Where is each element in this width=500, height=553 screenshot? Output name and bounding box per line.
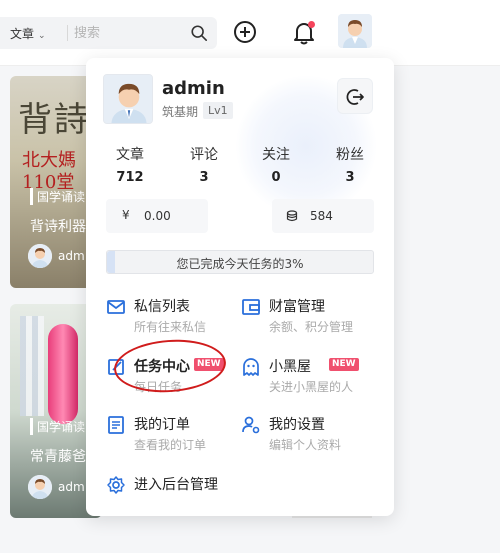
search-type-label: 文章 <box>10 27 35 41</box>
menu-subtitle: 余额、积分管理 <box>269 320 354 334</box>
menu-subtitle: 所有往来私信 <box>134 320 207 334</box>
new-badge: NEW <box>329 358 359 371</box>
author-name: adm <box>58 480 85 494</box>
user-name[interactable]: admin <box>162 78 225 99</box>
author-avatar <box>28 475 52 499</box>
ghost-icon <box>243 358 259 376</box>
menu-title: 私信列表 <box>134 299 190 315</box>
card-image <box>20 316 44 416</box>
coins-icon <box>286 210 298 222</box>
logout-button[interactable] <box>337 78 373 114</box>
currency-icon: ¥ <box>122 208 130 222</box>
level-badge: Lv1 <box>203 102 233 119</box>
search-box: 文章 ⌄ <box>0 17 217 49</box>
add-circle-icon[interactable] <box>233 20 257 44</box>
logout-icon <box>346 89 364 105</box>
top-bar: 文章 ⌄ <box>0 0 500 66</box>
task-progress-text: 您已完成今天任务的3% <box>176 257 304 271</box>
divider <box>67 25 68 41</box>
menu-subtitle: 编辑个人资料 <box>269 438 342 452</box>
author-name: adm <box>58 249 85 263</box>
stat-articles[interactable]: 文章 712 <box>100 144 160 185</box>
stat-value: 3 <box>199 170 209 185</box>
stat-value: 3 <box>345 170 355 185</box>
menu-title: 我的设置 <box>269 417 325 433</box>
balance-box[interactable]: ¥ 0.00 <box>106 199 208 233</box>
card-image-text: 背詩 <box>18 100 90 140</box>
menu-title: 我的订单 <box>134 417 190 433</box>
user-settings-icon <box>242 416 260 434</box>
menu-admin[interactable]: 进入后台管理 <box>106 474 246 516</box>
order-list-icon <box>108 416 124 434</box>
menu-subtitle: 关进小黑屋的人 <box>269 380 354 394</box>
search-type-select[interactable]: 文章 ⌄ <box>10 25 46 42</box>
stat-followers[interactable]: 粉丝 3 <box>320 144 380 185</box>
chevron-down-icon: ⌄ <box>38 31 46 41</box>
task-progress-bar: 您已完成今天任务的3% <box>106 250 374 274</box>
avatar[interactable] <box>338 14 372 48</box>
wallet-icon <box>242 299 260 315</box>
stat-following[interactable]: 关注 0 <box>246 144 306 185</box>
stat-comments[interactable]: 评论 3 <box>174 144 234 185</box>
menu-blacklist[interactable]: 小黑屋 NEW 关进小黑屋的人 <box>241 356 381 398</box>
search-input[interactable] <box>74 23 174 43</box>
card-category: 国学诵读 <box>30 418 85 435</box>
stat-label: 文章 <box>116 147 144 163</box>
menu-title: 进入后台管理 <box>134 477 218 493</box>
stat-label: 关注 <box>262 147 290 163</box>
menu-title: 小黑屋 <box>269 359 311 375</box>
menu-settings[interactable]: 我的设置 编辑个人资料 <box>241 414 381 456</box>
user-menu-popup: admin 筑基期 Lv1 文章 712 评论 3 关注 0 粉丝 3 ¥ 0.00 5… <box>86 58 394 516</box>
user-avatar[interactable] <box>103 74 153 124</box>
coins-amount: 584 <box>310 209 333 223</box>
stat-label: 评论 <box>190 147 218 163</box>
author-avatar <box>28 244 52 268</box>
stat-label: 粉丝 <box>336 147 364 163</box>
card-category: 国学诵读 <box>30 188 85 205</box>
coins-box[interactable]: 584 <box>272 199 374 233</box>
card-title: 背诗利器 <box>30 219 86 235</box>
menu-wealth[interactable]: 财富管理 余额、积分管理 <box>241 296 381 338</box>
balance-amount: 0.00 <box>144 209 171 223</box>
card-image <box>48 324 78 424</box>
stat-value: 0 <box>271 170 281 185</box>
card-title: 常青藤爸 <box>30 449 86 465</box>
stat-value: 712 <box>116 170 144 185</box>
menu-messages[interactable]: 私信列表 所有往来私信 <box>106 296 246 338</box>
menu-title: 财富管理 <box>269 299 325 315</box>
mail-icon <box>107 300 125 314</box>
search-icon[interactable] <box>190 24 208 42</box>
menu-orders[interactable]: 我的订单 查看我的订单 <box>106 414 246 456</box>
notification-dot <box>308 21 315 28</box>
user-rank: 筑基期 <box>162 105 199 119</box>
menu-subtitle: 查看我的订单 <box>134 438 207 452</box>
gear-icon <box>107 476 125 494</box>
